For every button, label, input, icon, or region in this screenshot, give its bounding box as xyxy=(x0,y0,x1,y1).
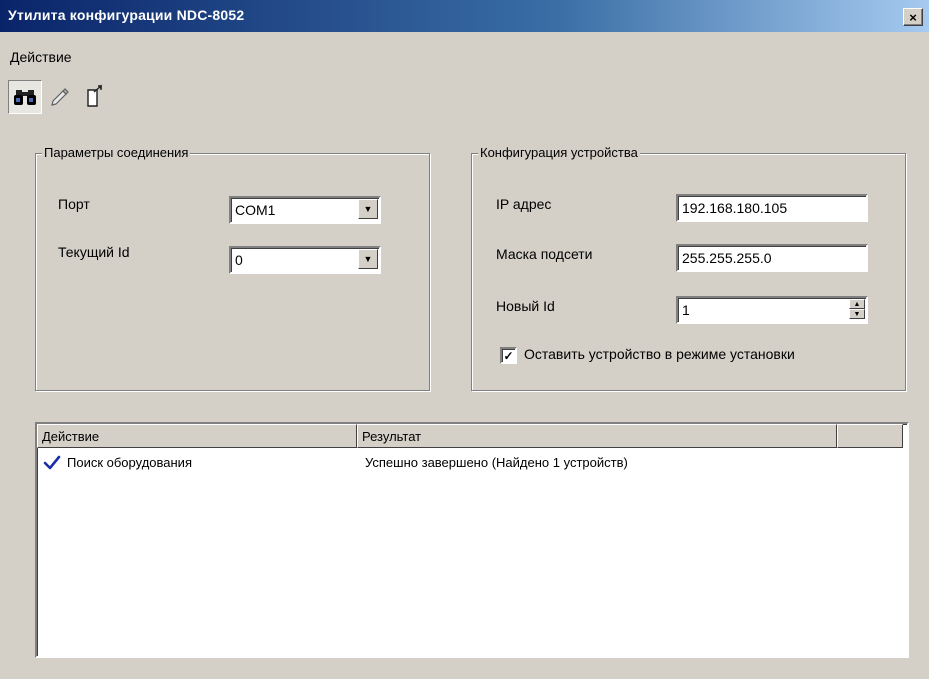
checkmark-icon: ✓ xyxy=(503,348,514,363)
column-header-empty[interactable] xyxy=(837,424,903,448)
list-item[interactable]: Поиск оборудования Успешно завершено (На… xyxy=(37,452,907,472)
export-icon xyxy=(87,84,102,107)
subnet-mask-label: Маска подсети xyxy=(496,246,593,262)
spin-up-icon[interactable]: ▲ xyxy=(849,299,865,309)
ip-address-label: IP адрес xyxy=(496,196,552,212)
connection-params-group: Параметры соединения Порт COM1 ▼ Текущий… xyxy=(35,145,430,391)
ip-address-input[interactable]: 192.168.180.105 xyxy=(676,194,868,222)
column-header-action[interactable]: Действие xyxy=(37,424,357,448)
new-id-label: Новый Id xyxy=(496,298,555,314)
ip-address-value: 192.168.180.105 xyxy=(682,200,788,216)
title-bar: Утилита конфигурации NDC-8052 × xyxy=(0,0,929,32)
port-label: Порт xyxy=(58,196,90,212)
export-button[interactable] xyxy=(80,80,112,112)
current-id-select[interactable]: 0 ▼ xyxy=(229,246,381,274)
column-header-result[interactable]: Результат xyxy=(357,424,837,448)
toolbar xyxy=(8,80,148,114)
window-title: Утилита конфигурации NDC-8052 xyxy=(8,7,245,23)
binoculars-icon xyxy=(14,90,36,105)
keep-setup-label[interactable]: Оставить устройство в режиме установки xyxy=(524,346,795,362)
pencil-icon xyxy=(51,88,69,106)
menu-item-action[interactable]: Действие xyxy=(10,49,72,65)
keep-setup-checkbox[interactable]: ✓ xyxy=(500,347,517,364)
port-select[interactable]: COM1 ▼ xyxy=(229,196,381,224)
log-result-cell: Успешно завершено (Найдено 1 устройств) xyxy=(365,455,628,470)
spin-buttons[interactable]: ▲ ▼ xyxy=(849,299,865,319)
chevron-down-icon[interactable]: ▼ xyxy=(358,249,378,269)
action-log-list[interactable]: Действие Результат Поиск оборудования Ус… xyxy=(35,422,909,658)
spin-down-icon[interactable]: ▼ xyxy=(849,309,865,319)
checkmark-icon xyxy=(43,455,61,470)
edit-button[interactable] xyxy=(44,80,76,112)
search-devices-button[interactable] xyxy=(8,80,42,114)
subnet-mask-value: 255.255.255.0 xyxy=(682,250,772,266)
close-icon: × xyxy=(909,9,917,25)
device-config-legend: Конфигурация устройства xyxy=(478,145,640,160)
current-id-label: Текущий Id xyxy=(58,244,130,260)
current-id-value: 0 xyxy=(235,252,243,268)
chevron-down-icon[interactable]: ▼ xyxy=(358,199,378,219)
connection-params-legend: Параметры соединения xyxy=(42,145,191,160)
log-action-cell: Поиск оборудования xyxy=(67,455,192,470)
list-header: Действие Результат xyxy=(37,424,907,448)
close-button[interactable]: × xyxy=(903,8,923,26)
new-id-value: 1 xyxy=(682,302,690,318)
menu-bar: Действие xyxy=(0,34,929,65)
port-value: COM1 xyxy=(235,202,276,218)
new-id-spinner[interactable]: 1 ▲ ▼ xyxy=(676,296,868,324)
subnet-mask-input[interactable]: 255.255.255.0 xyxy=(676,244,868,272)
device-config-group: Конфигурация устройства IP адрес 192.168… xyxy=(471,145,906,391)
